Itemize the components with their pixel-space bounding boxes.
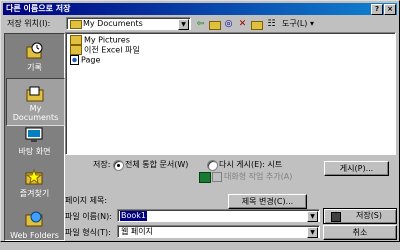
- chevron-down-icon[interactable]: ▼: [307, 211, 318, 222]
- place-label: Web Folders: [10, 231, 59, 240]
- save-as-dialog: 다른 이름으로 저장 ? × 저장 위치(I): My Documents ▼ …: [0, 0, 400, 242]
- file-list[interactable]: My Pictures 이전 Excel 파일 Page: [65, 32, 396, 155]
- location-value: My Documents: [83, 19, 143, 28]
- place-label: 즐겨찾기: [19, 189, 50, 198]
- place-web-folders[interactable]: Web Folders: [6, 204, 63, 250]
- close-button[interactable]: ×: [384, 4, 396, 15]
- file-name-label: 파일 이름(N):: [65, 212, 112, 221]
- list-item[interactable]: Page: [70, 55, 100, 65]
- tools-menu[interactable]: 도구(L) ▾: [282, 19, 314, 29]
- file-name: My Pictures: [84, 35, 130, 45]
- interactive-label: 대화형 작업 추가(A): [224, 172, 293, 181]
- place-my-documents[interactable]: My Documents: [6, 78, 65, 126]
- republish-label: 다시 게시(E): 시트: [219, 160, 283, 169]
- folder-icon: [70, 45, 82, 55]
- folder-icon: [70, 20, 82, 29]
- folder-icon: [70, 35, 82, 45]
- excel-icon: [199, 172, 211, 183]
- file-name: 이전 Excel 파일: [84, 45, 140, 55]
- favorites-icon: [24, 167, 44, 187]
- new-folder-icon[interactable]: [250, 18, 263, 30]
- place-label: 바탕 화면: [18, 147, 51, 156]
- search-web-icon[interactable]: ◎: [222, 18, 235, 30]
- list-item[interactable]: My Pictures: [70, 35, 130, 45]
- help-button[interactable]: ?: [371, 4, 383, 15]
- file-type-label: 파일 형식(T):: [65, 228, 111, 237]
- history-icon: [24, 41, 44, 61]
- save-button-label: 저장(S): [355, 211, 383, 220]
- chevron-down-icon[interactable]: ▼: [178, 19, 189, 30]
- list-item[interactable]: 이전 Excel 파일: [70, 45, 140, 55]
- back-icon[interactable]: ⇦: [194, 18, 207, 30]
- delete-icon[interactable]: ✕: [236, 18, 249, 30]
- radio-republish[interactable]: [207, 160, 218, 171]
- my-documents-icon: [25, 84, 45, 104]
- entire-workbook-label: 전체 통합 문서(W): [125, 160, 189, 169]
- disk-icon: [331, 212, 341, 222]
- dialog-title: 다른 이름으로 저장: [6, 4, 71, 13]
- file-name-value: Book1: [120, 211, 147, 221]
- file-name: Page: [81, 55, 101, 65]
- place-favorites[interactable]: 즐겨찾기: [6, 162, 63, 208]
- page-title-label: 페이지 제목:: [65, 196, 108, 205]
- place-label: 기록: [27, 63, 42, 72]
- location-dropdown[interactable]: My Documents ▼: [66, 17, 191, 30]
- location-label: 저장 위치(I):: [7, 19, 51, 28]
- save-label: 저장:: [93, 160, 111, 169]
- chevron-down-icon[interactable]: ▼: [307, 227, 318, 238]
- interactive-checkbox[interactable]: [212, 172, 222, 182]
- change-title-button[interactable]: 제목 변경(C)...: [228, 194, 307, 209]
- place-history[interactable]: 기록: [6, 36, 63, 82]
- cancel-button[interactable]: 취소: [323, 225, 397, 240]
- file-type-select[interactable]: 웹 페이지 ▼: [117, 225, 320, 238]
- title-bar: 다른 이름으로 저장 ? ×: [3, 3, 397, 15]
- file-type-value: 웹 페이지: [121, 227, 153, 236]
- desktop-icon: [24, 125, 44, 145]
- publish-button[interactable]: 게시(P)...: [324, 161, 389, 176]
- radio-entire-workbook[interactable]: [113, 160, 124, 171]
- place-desktop[interactable]: 바탕 화면: [6, 120, 63, 166]
- up-folder-icon[interactable]: [208, 18, 221, 30]
- file-name-input[interactable]: Book1 ▼: [117, 209, 320, 222]
- web-folders-icon: [24, 209, 44, 229]
- save-button[interactable]: 저장(S): [323, 208, 397, 224]
- web-page-icon: [70, 55, 79, 65]
- views-icon[interactable]: ☷: [265, 18, 278, 30]
- places-bar: 기록 My Documents 바탕 화면 즐겨찾기 Web Folders: [4, 33, 65, 241]
